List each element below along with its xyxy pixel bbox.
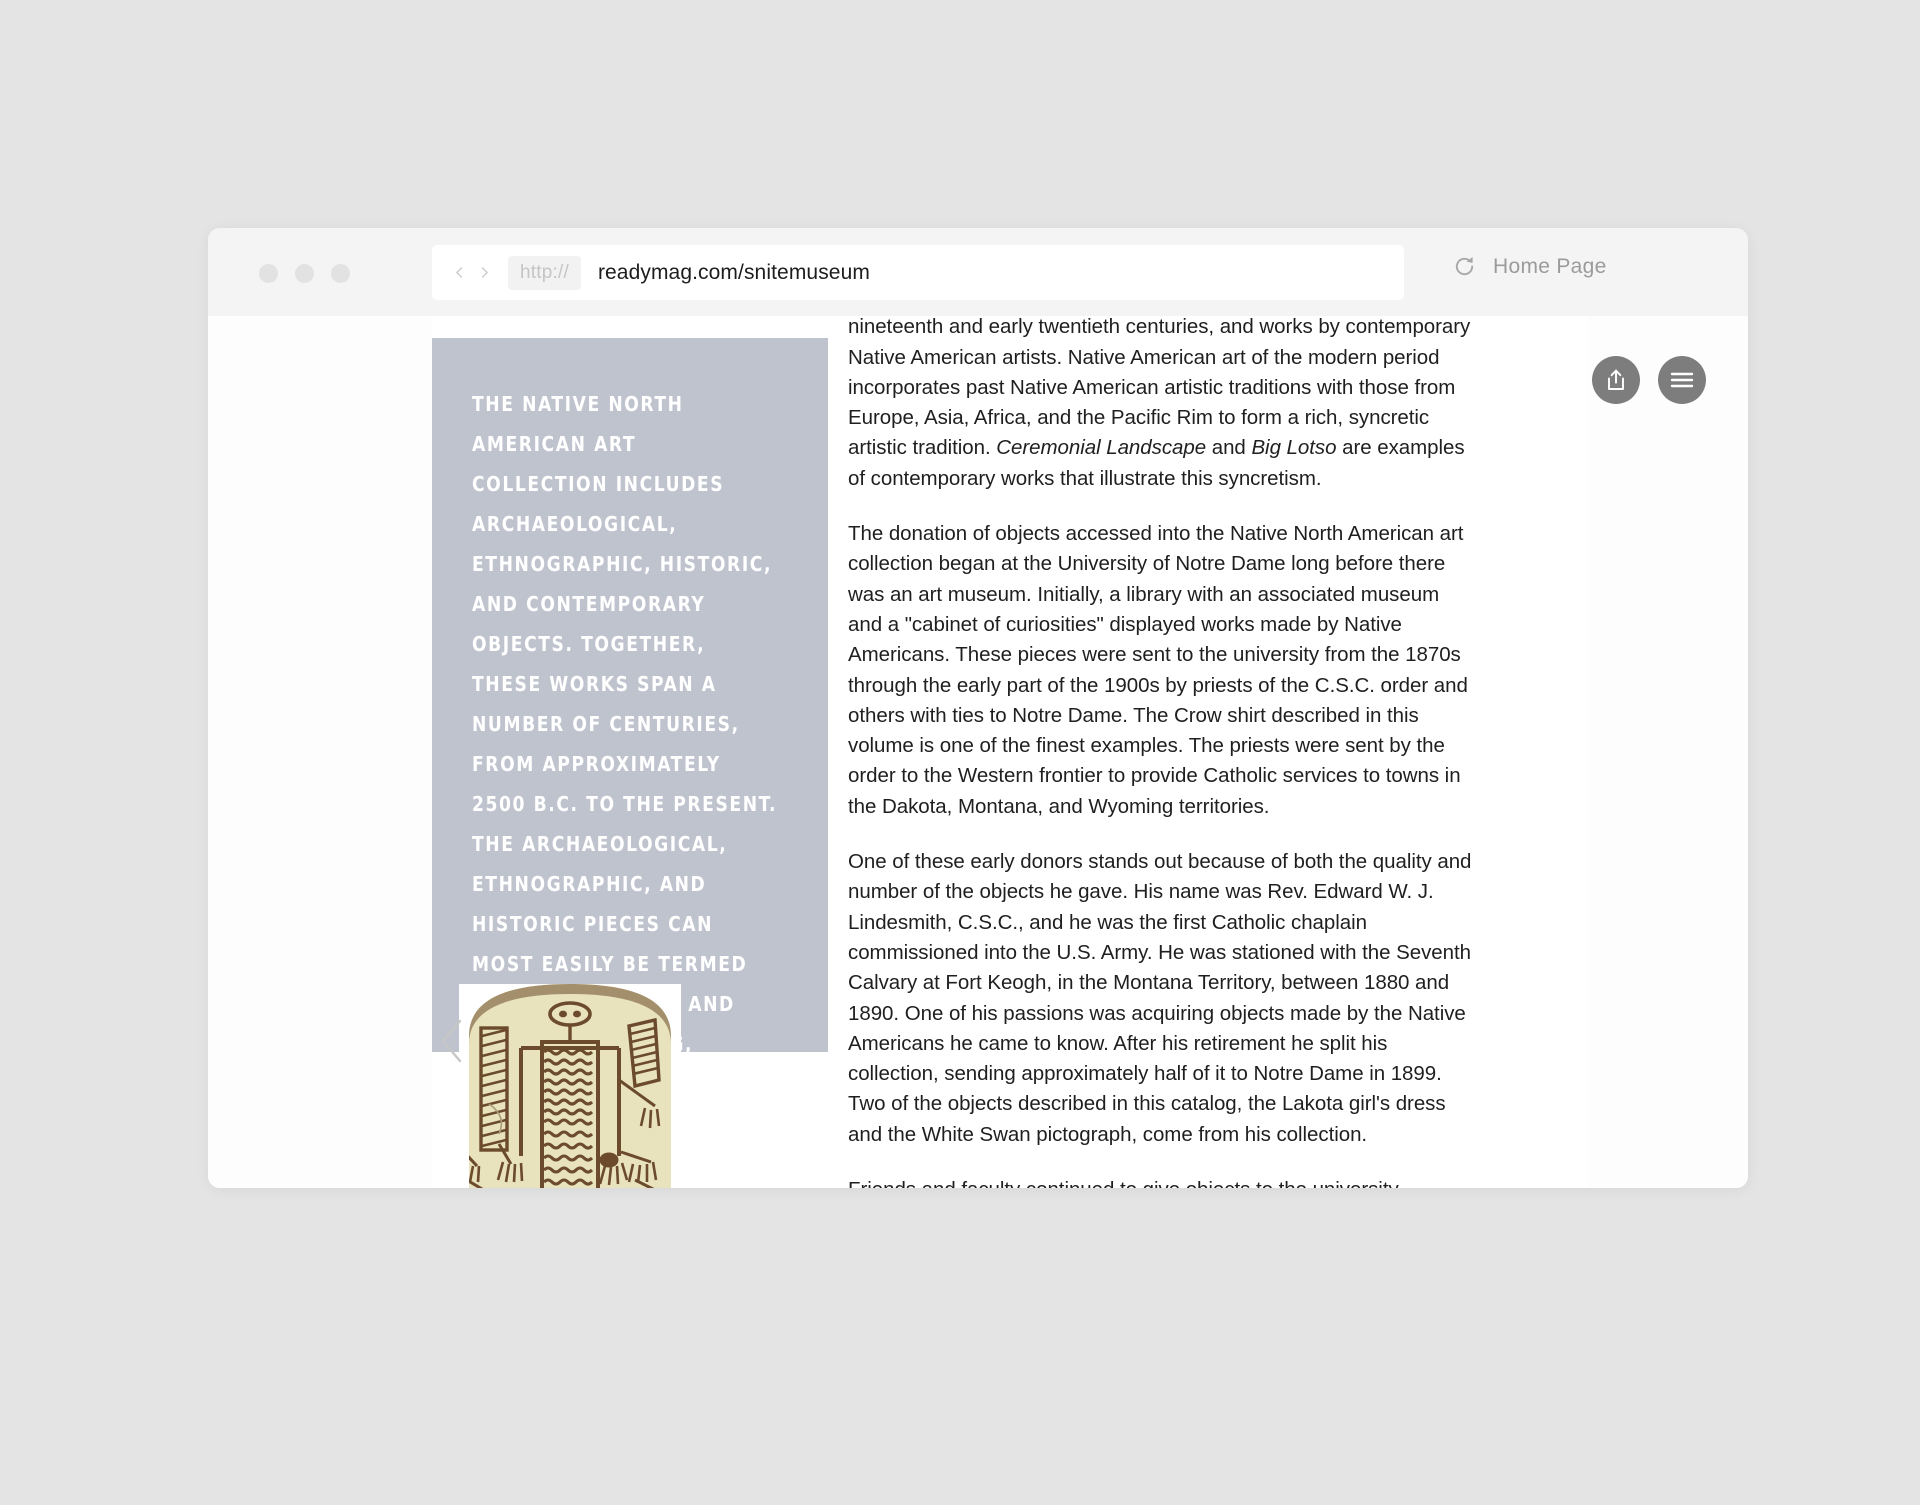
page-right-margin bbox=[1588, 316, 1748, 1188]
window-close-dot[interactable] bbox=[259, 264, 278, 283]
chevron-left-icon bbox=[441, 1019, 462, 1063]
home-page-label[interactable]: Home Page bbox=[1493, 255, 1607, 279]
reload-icon[interactable] bbox=[1452, 254, 1477, 279]
page-action-buttons bbox=[1592, 356, 1706, 404]
page-left-margin bbox=[208, 316, 432, 1188]
window-controls bbox=[259, 264, 350, 283]
menu-button[interactable] bbox=[1658, 356, 1706, 404]
share-button[interactable] bbox=[1592, 356, 1640, 404]
page-viewport: The Native North American art collection… bbox=[208, 316, 1748, 1188]
address-bar[interactable]: http:// readymag.com/snitemuseum bbox=[432, 245, 1404, 300]
navigation-buttons bbox=[453, 266, 491, 279]
share-icon bbox=[1608, 369, 1624, 390]
url-scheme-chip: http:// bbox=[508, 255, 581, 290]
back-button[interactable] bbox=[453, 266, 466, 279]
url-text[interactable]: readymag.com/snitemuseum bbox=[598, 261, 870, 285]
prev-slide-button[interactable] bbox=[436, 1016, 470, 1066]
forward-button[interactable] bbox=[478, 266, 491, 279]
browser-window: http:// readymag.com/snitemuseum Home Pa… bbox=[208, 228, 1748, 1188]
mimbres-pottery-bowl-image bbox=[459, 984, 681, 1188]
article-paragraph: One of these early donors stands out bec… bbox=[848, 850, 1472, 1146]
article-text-body: many centuries to the precontact period,… bbox=[848, 316, 1476, 1188]
hamburger-menu-icon bbox=[1670, 372, 1694, 388]
window-minimize-dot[interactable] bbox=[295, 264, 314, 283]
reload-and-home: Home Page bbox=[1452, 254, 1607, 279]
article-column[interactable]: many centuries to the precontact period,… bbox=[848, 316, 1476, 1188]
article-paragraph: The donation of objects accessed into th… bbox=[848, 522, 1468, 818]
article-paragraph: Friends and faculty continued to give ob… bbox=[848, 1175, 1476, 1188]
intro-panel: The Native North American art collection… bbox=[432, 338, 828, 1176]
article-paragraph: many centuries to the precontact period,… bbox=[848, 316, 1471, 490]
browser-toolbar: http:// readymag.com/snitemuseum Home Pa… bbox=[208, 228, 1748, 316]
window-maximize-dot[interactable] bbox=[331, 264, 350, 283]
